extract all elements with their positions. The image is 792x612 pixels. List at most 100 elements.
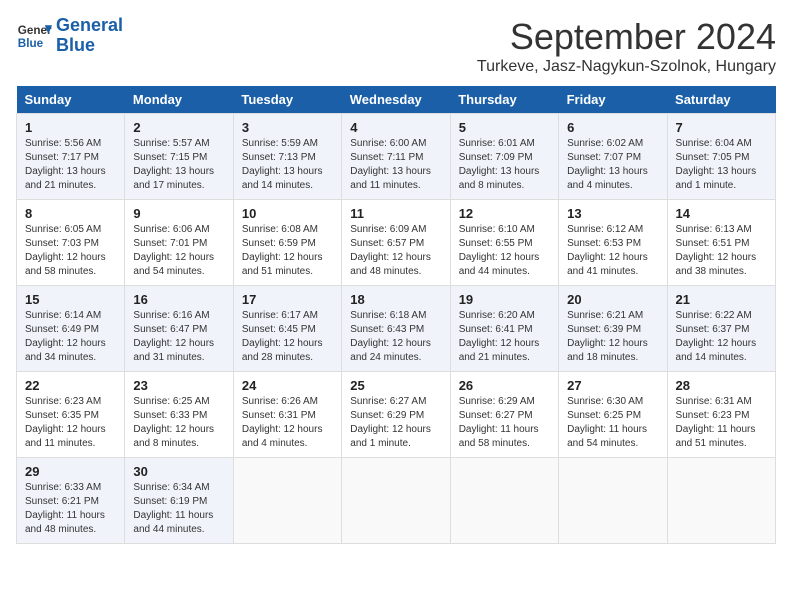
day-info: Sunrise: 6:27 AMSunset: 6:29 PMDaylight:… [350, 395, 441, 451]
calendar-cell: 25 Sunrise: 6:27 AMSunset: 6:29 PMDayligh… [342, 372, 450, 458]
calendar-cell: 18 Sunrise: 6:18 AMSunset: 6:43 PMDayligh… [342, 286, 450, 372]
day-number: 6 [567, 120, 658, 135]
day-info: Sunrise: 6:22 AMSunset: 6:37 PMDaylight:… [676, 309, 767, 365]
weekday-header-sunday: Sunday [17, 86, 125, 114]
day-number: 9 [133, 206, 224, 221]
logo: General Blue General Blue [16, 16, 123, 56]
calendar-cell: 7 Sunrise: 6:04 AMSunset: 7:05 PMDaylight… [667, 114, 775, 200]
calendar-cell: 5 Sunrise: 6:01 AMSunset: 7:09 PMDaylight… [450, 114, 558, 200]
weekday-header-wednesday: Wednesday [342, 86, 450, 114]
calendar-cell: 30Sunrise: 6:34 AMSunset: 6:19 PMDayligh… [125, 458, 233, 544]
day-info: Sunrise: 6:13 AMSunset: 6:51 PMDaylight:… [676, 223, 767, 279]
calendar-cell: 10 Sunrise: 6:08 AMSunset: 6:59 PMDayligh… [233, 200, 341, 286]
day-number: 27 [567, 378, 658, 393]
day-number: 1 [25, 120, 116, 135]
day-number: 23 [133, 378, 224, 393]
day-info: Sunrise: 6:30 AMSunset: 6:25 PMDaylight:… [567, 395, 658, 451]
calendar-cell [342, 458, 450, 544]
weekday-header-saturday: Saturday [667, 86, 775, 114]
calendar-cell [667, 458, 775, 544]
day-number: 13 [567, 206, 658, 221]
weekday-header-tuesday: Tuesday [233, 86, 341, 114]
day-number: 22 [25, 378, 116, 393]
day-number: 19 [459, 292, 550, 307]
day-number: 10 [242, 206, 333, 221]
calendar-cell: 20 Sunrise: 6:21 AMSunset: 6:39 PMDayligh… [559, 286, 667, 372]
day-number: 20 [567, 292, 658, 307]
day-number: 5 [459, 120, 550, 135]
day-number: 4 [350, 120, 441, 135]
calendar-cell: 27 Sunrise: 6:30 AMSunset: 6:25 PMDayligh… [559, 372, 667, 458]
calendar-cell: 24 Sunrise: 6:26 AMSunset: 6:31 PMDayligh… [233, 372, 341, 458]
calendar-cell: 13 Sunrise: 6:12 AMSunset: 6:53 PMDayligh… [559, 200, 667, 286]
weekday-header-thursday: Thursday [450, 86, 558, 114]
day-info: Sunrise: 6:31 AMSunset: 6:23 PMDaylight:… [676, 395, 767, 451]
day-info: Sunrise: 6:08 AMSunset: 6:59 PMDaylight:… [242, 223, 333, 279]
day-number: 21 [676, 292, 767, 307]
day-info: Sunrise: 6:06 AMSunset: 7:01 PMDaylight:… [133, 223, 224, 279]
calendar-cell: 28 Sunrise: 6:31 AMSunset: 6:23 PMDayligh… [667, 372, 775, 458]
day-info: Sunrise: 6:10 AMSunset: 6:55 PMDaylight:… [459, 223, 550, 279]
day-number: 17 [242, 292, 333, 307]
day-info: Sunrise: 6:02 AMSunset: 7:07 PMDaylight:… [567, 137, 658, 193]
day-number: 24 [242, 378, 333, 393]
calendar-cell: 23 Sunrise: 6:25 AMSunset: 6:33 PMDayligh… [125, 372, 233, 458]
day-number: 28 [676, 378, 767, 393]
day-number: 18 [350, 292, 441, 307]
day-number: 16 [133, 292, 224, 307]
calendar-cell: 19 Sunrise: 6:20 AMSunset: 6:41 PMDayligh… [450, 286, 558, 372]
day-number: 14 [676, 206, 767, 221]
day-info: Sunrise: 6:01 AMSunset: 7:09 PMDaylight:… [459, 137, 550, 193]
title-section: September 2024 Turkeve, Jasz-Nagykun-Szo… [477, 16, 776, 76]
day-info: Sunrise: 5:57 AMSunset: 7:15 PMDaylight:… [133, 137, 224, 193]
day-number: 29 [25, 464, 116, 479]
day-number: 30 [133, 464, 224, 479]
calendar-cell: 1 Sunrise: 5:56 AMSunset: 7:17 PMDaylight… [17, 114, 125, 200]
calendar-cell: 11 Sunrise: 6:09 AMSunset: 6:57 PMDayligh… [342, 200, 450, 286]
day-info: Sunrise: 6:26 AMSunset: 6:31 PMDaylight:… [242, 395, 333, 451]
day-info: Sunrise: 6:18 AMSunset: 6:43 PMDaylight:… [350, 309, 441, 365]
day-number: 2 [133, 120, 224, 135]
calendar-cell: 16Sunrise: 6:16 AMSunset: 6:47 PMDayligh… [125, 286, 233, 372]
calendar-cell: 4Sunrise: 6:00 AMSunset: 7:11 PMDaylight… [342, 114, 450, 200]
calendar-cell: 17 Sunrise: 6:17 AMSunset: 6:45 PMDayligh… [233, 286, 341, 372]
calendar-week-row: 22Sunrise: 6:23 AMSunset: 6:35 PMDayligh… [17, 372, 776, 458]
day-number: 7 [676, 120, 767, 135]
calendar-week-row: 1 Sunrise: 5:56 AMSunset: 7:17 PMDaylight… [17, 114, 776, 200]
logo-icon: General Blue [16, 18, 52, 54]
day-number: 26 [459, 378, 550, 393]
weekday-header-row: SundayMondayTuesdayWednesdayThursdayFrid… [17, 86, 776, 114]
weekday-header-monday: Monday [125, 86, 233, 114]
day-info: Sunrise: 6:25 AMSunset: 6:33 PMDaylight:… [133, 395, 224, 451]
calendar-cell: 15Sunrise: 6:14 AMSunset: 6:49 PMDayligh… [17, 286, 125, 372]
calendar-cell: 22Sunrise: 6:23 AMSunset: 6:35 PMDayligh… [17, 372, 125, 458]
day-info: Sunrise: 6:17 AMSunset: 6:45 PMDaylight:… [242, 309, 333, 365]
logo-blue: Blue [56, 36, 123, 56]
day-number: 25 [350, 378, 441, 393]
weekday-header-friday: Friday [559, 86, 667, 114]
calendar-cell: 3Sunrise: 5:59 AMSunset: 7:13 PMDaylight… [233, 114, 341, 200]
calendar-week-row: 8Sunrise: 6:05 AMSunset: 7:03 PMDaylight… [17, 200, 776, 286]
day-info: Sunrise: 6:12 AMSunset: 6:53 PMDaylight:… [567, 223, 658, 279]
calendar-week-row: 15Sunrise: 6:14 AMSunset: 6:49 PMDayligh… [17, 286, 776, 372]
svg-text:Blue: Blue [18, 37, 44, 50]
day-info: Sunrise: 6:33 AMSunset: 6:21 PMDaylight:… [25, 481, 116, 537]
page-header: General Blue General Blue September 2024… [16, 16, 776, 76]
day-info: Sunrise: 5:56 AMSunset: 7:17 PMDaylight:… [25, 137, 116, 193]
day-number: 12 [459, 206, 550, 221]
calendar-cell: 12 Sunrise: 6:10 AMSunset: 6:55 PMDayligh… [450, 200, 558, 286]
day-info: Sunrise: 6:29 AMSunset: 6:27 PMDaylight:… [459, 395, 550, 451]
day-info: Sunrise: 6:05 AMSunset: 7:03 PMDaylight:… [25, 223, 116, 279]
day-info: Sunrise: 6:20 AMSunset: 6:41 PMDaylight:… [459, 309, 550, 365]
calendar-cell: 8Sunrise: 6:05 AMSunset: 7:03 PMDaylight… [17, 200, 125, 286]
day-info: Sunrise: 6:04 AMSunset: 7:05 PMDaylight:… [676, 137, 767, 193]
day-info: Sunrise: 6:21 AMSunset: 6:39 PMDaylight:… [567, 309, 658, 365]
calendar-cell [450, 458, 558, 544]
day-info: Sunrise: 6:09 AMSunset: 6:57 PMDaylight:… [350, 223, 441, 279]
day-number: 11 [350, 206, 441, 221]
day-number: 15 [25, 292, 116, 307]
calendar-cell: 21 Sunrise: 6:22 AMSunset: 6:37 PMDayligh… [667, 286, 775, 372]
calendar-week-row: 29 Sunrise: 6:33 AMSunset: 6:21 PMDayligh… [17, 458, 776, 544]
calendar-cell: 26 Sunrise: 6:29 AMSunset: 6:27 PMDayligh… [450, 372, 558, 458]
calendar-cell: 9 Sunrise: 6:06 AMSunset: 7:01 PMDaylight… [125, 200, 233, 286]
